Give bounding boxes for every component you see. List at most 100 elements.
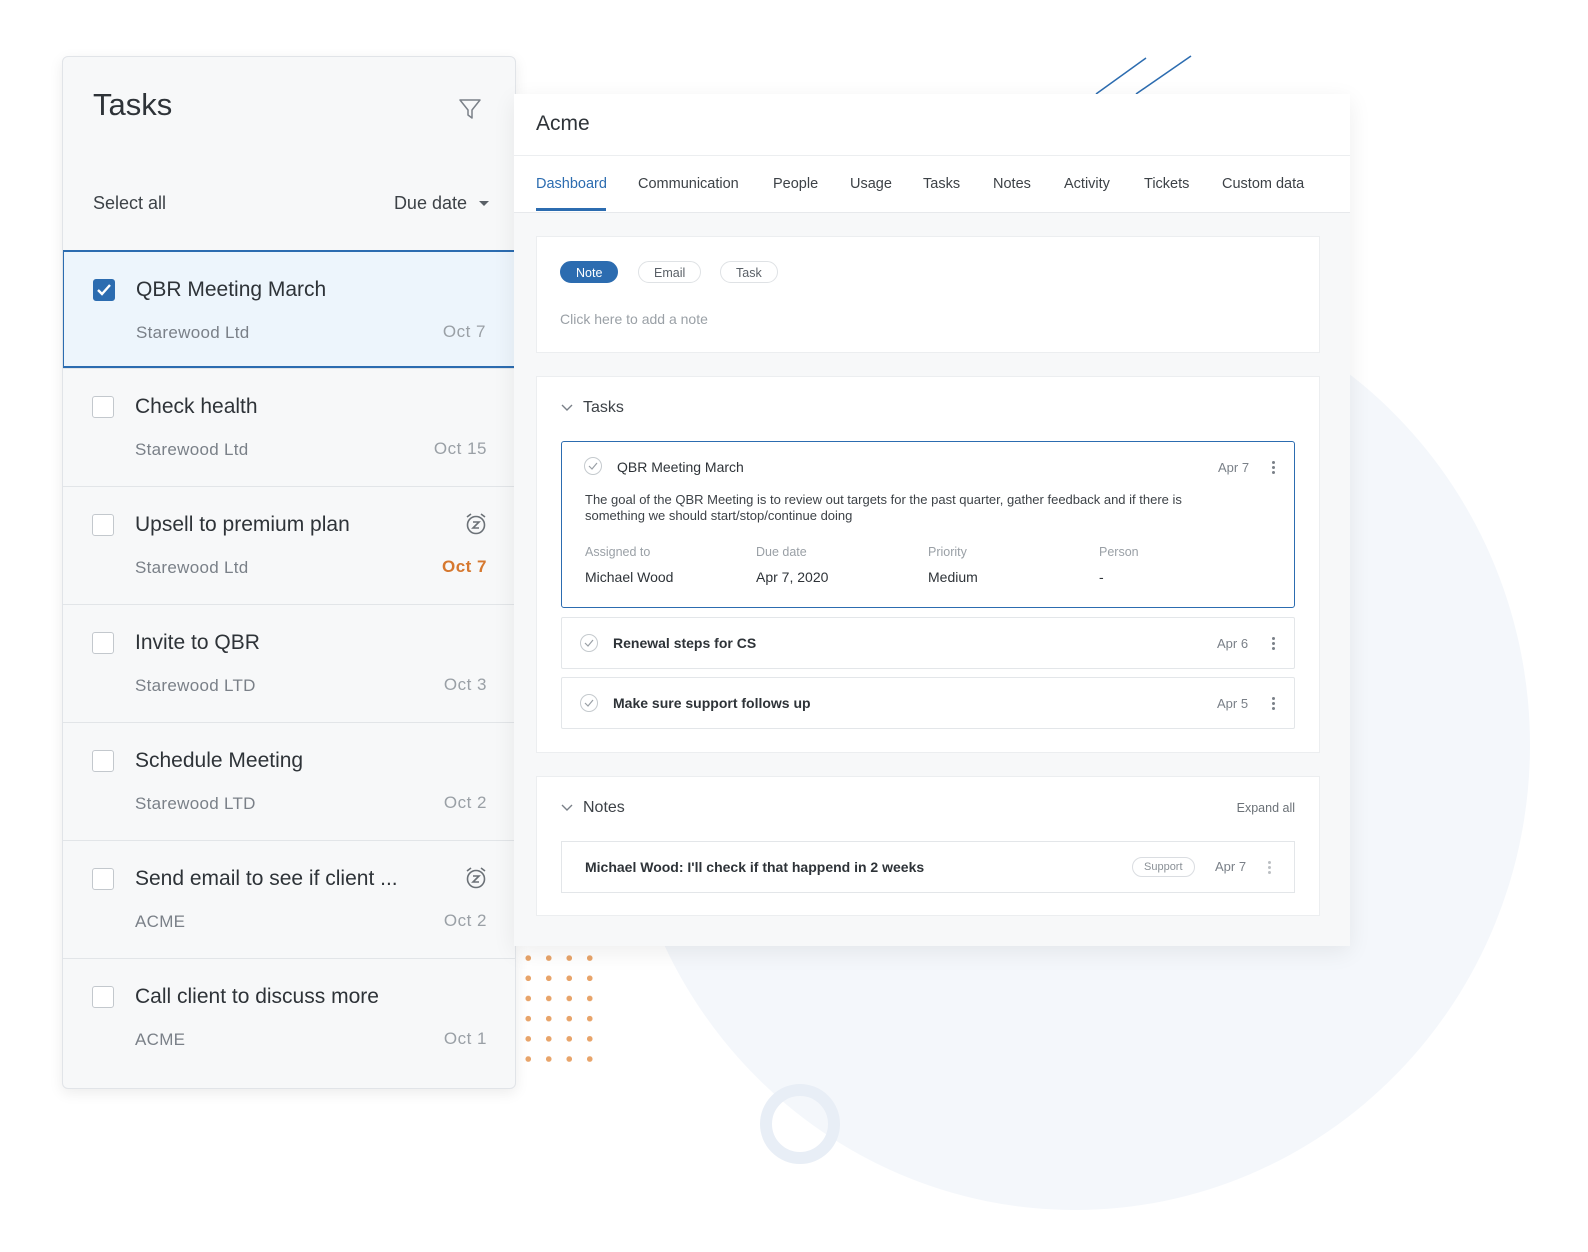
meta-value-person: -: [1099, 569, 1104, 585]
task-row[interactable]: Make sure support follows up Apr 5: [561, 677, 1295, 729]
notes-section-title: Notes: [583, 799, 625, 816]
task-item[interactable]: Upsell to premium plan Starewood Ltd Oct…: [63, 486, 515, 604]
task-title: QBR Meeting March: [136, 278, 327, 301]
more-options-icon[interactable]: [1272, 697, 1275, 712]
account-header: Acme: [514, 94, 1350, 156]
tab-dashboard[interactable]: Dashboard: [536, 176, 607, 192]
task-item[interactable]: QBR Meeting March Starewood Ltd Oct 7: [63, 250, 515, 368]
check-icon: [584, 699, 594, 707]
task-checkbox[interactable]: [92, 632, 114, 654]
note-text: Michael Wood: I'll check if that happend…: [585, 859, 925, 875]
task-date: Oct 15: [433, 439, 487, 458]
note-date: Apr 7: [1215, 859, 1247, 874]
task-company: Starewood Ltd: [135, 558, 249, 577]
select-all-button[interactable]: Select all: [93, 193, 166, 214]
background-ring: [760, 1084, 840, 1164]
decorative-dots: [518, 948, 598, 1062]
check-icon: [584, 639, 594, 647]
account-tabs: Dashboard Communication People Usage Tas…: [514, 156, 1350, 213]
task-company: Starewood LTD: [135, 794, 256, 813]
task-checkbox[interactable]: [92, 750, 114, 772]
check-icon: [97, 284, 111, 296]
tab-communication[interactable]: Communication: [638, 176, 739, 192]
email-type-button[interactable]: Email: [638, 261, 702, 283]
task-checkbox[interactable]: [92, 986, 114, 1008]
tab-tasks[interactable]: Tasks: [923, 176, 960, 192]
task-item[interactable]: Check health Starewood Ltd Oct 15: [63, 368, 515, 486]
tab-usage[interactable]: Usage: [850, 176, 892, 192]
tab-custom-data[interactable]: Custom data: [1222, 176, 1304, 192]
meta-label-assigned: Assigned to: [585, 545, 651, 559]
tasks-panel: Tasks Select all Due date QBR Meeting Ma…: [62, 56, 516, 1089]
complete-task-button[interactable]: [580, 634, 598, 652]
check-icon: [588, 462, 598, 470]
task-card-description: The goal of the QBR Meeting is to review…: [585, 492, 1182, 523]
task-card-date: Apr 7: [1218, 460, 1250, 475]
task-item[interactable]: Invite to QBR Starewood LTD Oct 3: [63, 604, 515, 722]
task-title: Check health: [135, 395, 258, 418]
more-options-icon[interactable]: [1272, 637, 1275, 652]
tab-tickets[interactable]: Tickets: [1144, 176, 1189, 192]
meta-value-assigned: Michael Wood: [585, 569, 674, 585]
note-type-button[interactable]: Note: [560, 261, 619, 283]
notes-section: Notes Expand all Michael Wood: I'll chec…: [536, 776, 1320, 916]
task-checkbox[interactable]: [92, 868, 114, 890]
tab-notes[interactable]: Notes: [993, 176, 1031, 192]
decorative-lines: [1095, 55, 1192, 95]
task-title: Send email to see if client ...: [135, 867, 398, 890]
more-options-icon[interactable]: [1268, 861, 1271, 876]
task-date: Oct 1: [443, 1029, 487, 1048]
tasks-section-header[interactable]: Tasks: [561, 399, 624, 417]
task-row[interactable]: Renewal steps for CS Apr 6: [561, 617, 1295, 669]
tasks-section: Tasks QBR Meeting March Apr 7 The goal o…: [536, 376, 1320, 753]
complete-task-button[interactable]: [580, 694, 598, 712]
note-input[interactable]: Click here to add a note: [560, 311, 708, 327]
account-name: Acme: [536, 112, 590, 135]
task-card-expanded[interactable]: QBR Meeting March Apr 7 The goal of the …: [561, 441, 1295, 608]
task-item[interactable]: Call client to discuss more ACME Oct 1: [63, 958, 515, 1076]
more-options-icon[interactable]: [1272, 461, 1275, 476]
meta-label-due-date: Due date: [756, 545, 807, 559]
alarm-clock-icon: [466, 513, 486, 535]
task-date: Oct 7: [442, 322, 486, 341]
meta-value-due-date: Apr 7, 2020: [756, 569, 829, 585]
task-title: Call client to discuss more: [135, 985, 379, 1008]
tab-people[interactable]: People: [773, 176, 818, 192]
task-type-button[interactable]: Task: [720, 261, 778, 283]
task-item[interactable]: Schedule Meeting Starewood LTD Oct 2: [63, 722, 515, 840]
notes-section-header[interactable]: Notes: [561, 799, 625, 817]
task-checkbox[interactable]: [92, 514, 114, 536]
task-company: Starewood LTD: [135, 676, 256, 695]
expand-all-link[interactable]: Expand all: [1237, 801, 1295, 815]
complete-task-button[interactable]: [584, 457, 602, 475]
caret-down-icon: [479, 201, 489, 206]
note-composer: Note Email Task Click here to add a note: [536, 236, 1320, 353]
meta-label-person: Person: [1099, 545, 1139, 559]
task-title: Upsell to premium plan: [135, 513, 350, 536]
tasks-panel-title: Tasks: [93, 87, 173, 122]
task-row-date: Apr 6: [1217, 636, 1249, 651]
tasks-section-title: Tasks: [583, 399, 624, 416]
task-list: QBR Meeting March Starewood Ltd Oct 7 Ch…: [63, 250, 515, 1076]
task-date: Oct 2: [443, 911, 487, 930]
task-checkbox[interactable]: [93, 279, 115, 301]
task-company: Starewood Ltd: [135, 440, 249, 459]
chevron-down-icon: [561, 404, 573, 411]
task-row-title: Renewal steps for CS: [613, 635, 757, 651]
task-title: Schedule Meeting: [135, 749, 304, 772]
sort-label: Due date: [393, 193, 467, 213]
chevron-down-icon: [561, 804, 573, 811]
sort-dropdown[interactable]: Due date: [394, 193, 489, 214]
note-row[interactable]: Michael Wood: I'll check if that happend…: [561, 841, 1295, 893]
meta-label-priority: Priority: [928, 545, 967, 559]
active-tab-indicator: [536, 208, 606, 211]
task-checkbox[interactable]: [92, 396, 114, 418]
task-title: Invite to QBR: [135, 631, 260, 654]
tab-activity[interactable]: Activity: [1064, 176, 1110, 192]
filter-icon[interactable]: [458, 97, 482, 121]
task-item[interactable]: Send email to see if client ... ACME Oct…: [63, 840, 515, 958]
task-row-title: Make sure support follows up: [613, 695, 811, 711]
task-card-title: QBR Meeting March: [617, 459, 744, 475]
task-row-date: Apr 5: [1217, 696, 1249, 711]
note-tag: Support: [1132, 857, 1195, 877]
